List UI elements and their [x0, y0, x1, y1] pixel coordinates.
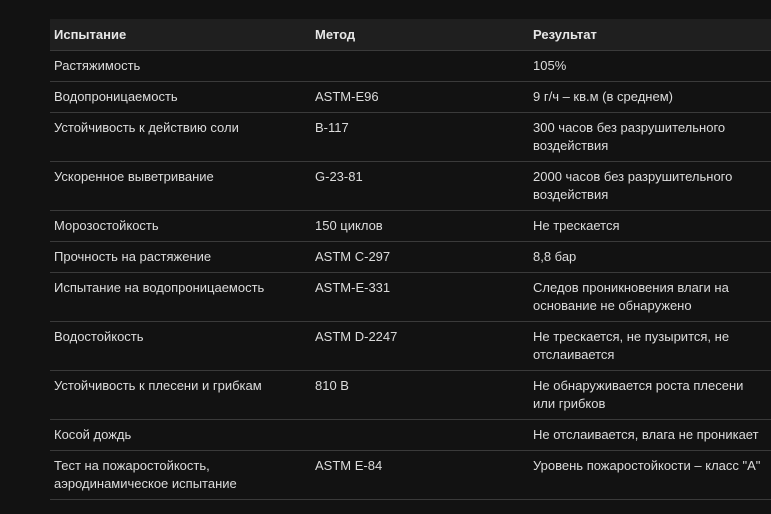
cell-result: 2000 часов без разрушительного воздейств…: [529, 161, 771, 211]
table-row: Морозостойкость 150 циклов Не трескается: [50, 210, 771, 242]
cell-result: Не трескается, не пузырится, не отслаива…: [529, 321, 771, 371]
cell-test: Тест на пожаростойкость, аэродинамическо…: [50, 450, 311, 500]
table-row: Устойчивость к плесени и грибкам 810 B Н…: [50, 370, 771, 420]
cell-test: Прочность на растяжение: [50, 241, 311, 273]
cell-test: Растяжимость: [50, 50, 311, 82]
table-row: Водостойкость ASTM D-2247 Не трескается,…: [50, 321, 771, 371]
table-row: Тест на пожаростойкость, аэродинамическо…: [50, 450, 771, 500]
table-row: Прочность на растяжение ASTM C-297 8,8 б…: [50, 241, 771, 273]
header-test: Испытание: [50, 19, 311, 51]
cell-test: Косой дождь: [50, 419, 311, 451]
cell-test: Морозостойкость: [50, 210, 311, 242]
cell-method: 810 B: [311, 370, 529, 420]
table-row: Косой дождь Не отслаивается, влага не пр…: [50, 419, 771, 451]
cell-method: ASTM-E-331: [311, 272, 529, 322]
cell-method: B-117: [311, 112, 529, 162]
cell-method: 150 циклов: [311, 210, 529, 242]
cell-test: Водостойкость: [50, 321, 311, 371]
cell-result: 300 часов без разрушительного воздействи…: [529, 112, 771, 162]
test-results-table-container: Испытание Метод Результат Растяжимость 1…: [50, 19, 771, 500]
cell-result: 105%: [529, 50, 771, 82]
table-row: Водопроницаемость ASTM-E96 9 г/ч – кв.м …: [50, 81, 771, 113]
table-row: Ускоренное выветривание G-23-81 2000 час…: [50, 161, 771, 211]
table-row: Растяжимость 105%: [50, 50, 771, 82]
cell-result: Не обнаруживается роста плесени или гриб…: [529, 370, 771, 420]
cell-test: Водопроницаемость: [50, 81, 311, 113]
cell-result: Не отслаивается, влага не проникает: [529, 419, 771, 451]
cell-result: Следов проникновения влаги на основание …: [529, 272, 771, 322]
cell-test: Устойчивость к плесени и грибкам: [50, 370, 311, 420]
header-result: Результат: [529, 19, 771, 51]
cell-method: ASTM D-2247: [311, 321, 529, 371]
cell-test: Ускоренное выветривание: [50, 161, 311, 211]
cell-method: ASTM-E96: [311, 81, 529, 113]
table-row: Устойчивость к действию соли B-117 300 ч…: [50, 112, 771, 162]
cell-result: 9 г/ч – кв.м (в среднем): [529, 81, 771, 113]
cell-method: [311, 50, 529, 82]
header-method: Метод: [311, 19, 529, 51]
cell-method: G-23-81: [311, 161, 529, 211]
test-results-table: Испытание Метод Результат Растяжимость 1…: [50, 19, 771, 500]
cell-test: Испытание на водопроницаемость: [50, 272, 311, 322]
cell-method: ASTM C-297: [311, 241, 529, 273]
table-header-row: Испытание Метод Результат: [50, 19, 771, 51]
cell-method: [311, 419, 529, 451]
table-row: Испытание на водопроницаемость ASTM-E-33…: [50, 272, 771, 322]
cell-result: Уровень пожаростойкости – класс "A": [529, 450, 771, 500]
cell-result: Не трескается: [529, 210, 771, 242]
cell-result: 8,8 бар: [529, 241, 771, 273]
cell-test: Устойчивость к действию соли: [50, 112, 311, 162]
cell-method: ASTM E-84: [311, 450, 529, 500]
